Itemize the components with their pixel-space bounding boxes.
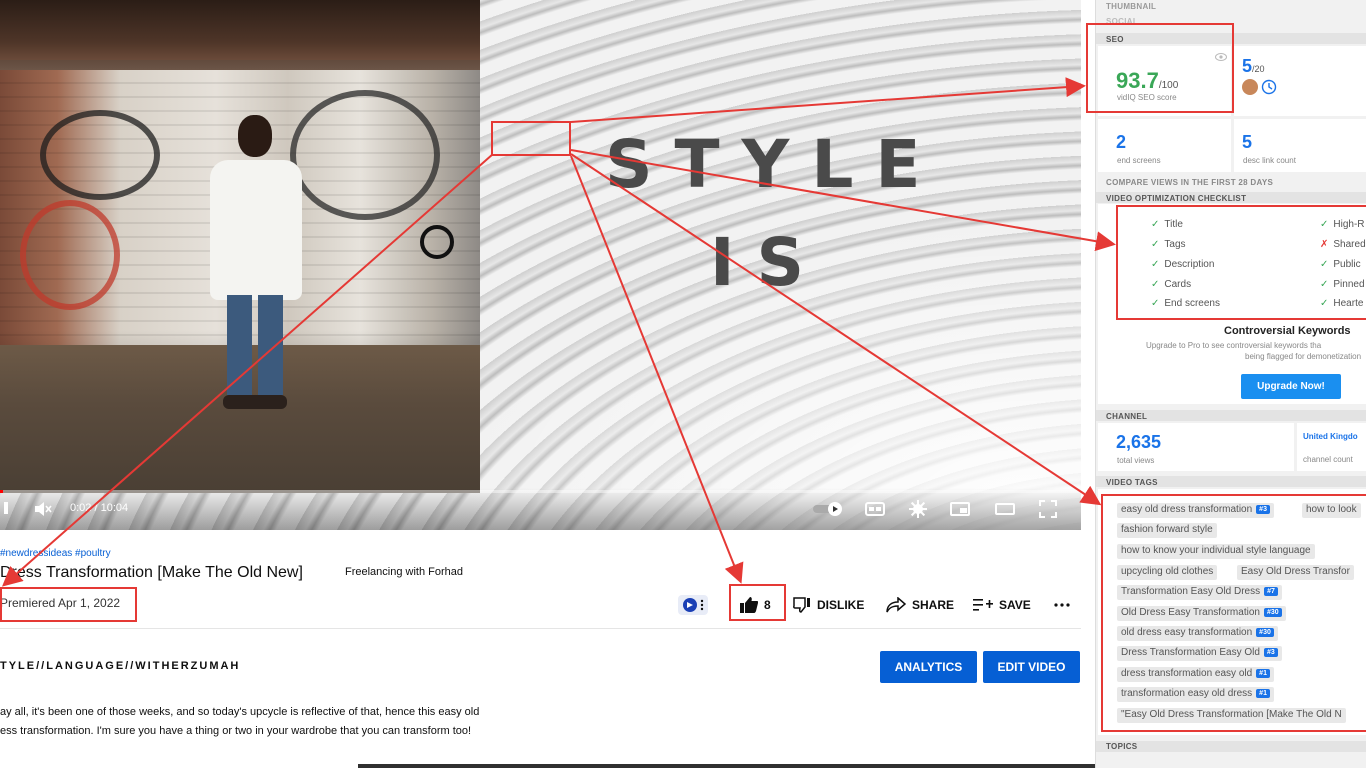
play-icon bbox=[4, 502, 8, 514]
video-description: ay all, it's been one of those weeks, an… bbox=[0, 703, 560, 741]
desc-links-value: 5 bbox=[1242, 132, 1253, 152]
time-display: 0:02 / 10:04 bbox=[70, 502, 129, 514]
graffiti-heart bbox=[40, 110, 160, 200]
end-screens-card[interactable]: 2 end screens bbox=[1098, 119, 1231, 172]
controversial-title: Controversial Keywords bbox=[1224, 325, 1351, 337]
vidiq-extension-button[interactable] bbox=[678, 590, 714, 620]
secondary-score-max: /20 bbox=[1252, 64, 1265, 74]
overlay-text-is: IS bbox=[710, 224, 827, 301]
video-title: Dress Transformation [Make The Old New] bbox=[0, 564, 303, 581]
avatar bbox=[1242, 79, 1258, 95]
description-line: ay all, it's been one of those weeks, an… bbox=[0, 706, 480, 718]
time-total: 10:04 bbox=[100, 502, 129, 514]
scene-roof bbox=[0, 0, 480, 60]
mute-button[interactable] bbox=[32, 499, 54, 519]
thumbnail-section-label[interactable]: THUMBNAIL bbox=[1106, 2, 1156, 11]
captions-icon bbox=[865, 502, 885, 516]
total-views-card[interactable]: 2,635 total views bbox=[1098, 423, 1294, 471]
highlight-seo-score bbox=[1086, 23, 1234, 113]
gear-icon bbox=[909, 500, 927, 518]
total-views-caption: total views bbox=[1117, 456, 1155, 465]
share-icon bbox=[886, 597, 906, 613]
miniplayer-button[interactable] bbox=[948, 499, 972, 519]
refresh-icon bbox=[1261, 79, 1277, 95]
playlist-add-icon bbox=[973, 599, 993, 611]
save-button[interactable]: SAVE bbox=[973, 590, 1031, 620]
captions-button[interactable] bbox=[862, 500, 888, 518]
volume-muted-icon bbox=[35, 502, 52, 516]
controversial-description: Upgrade to Pro to see controversial keyw… bbox=[1146, 341, 1322, 350]
total-views-value: 2,635 bbox=[1116, 432, 1162, 452]
save-label: SAVE bbox=[999, 598, 1031, 612]
end-screens-caption: end screens bbox=[1117, 156, 1161, 165]
thumbs-down-icon bbox=[793, 597, 810, 613]
secondary-score-number: 5 bbox=[1242, 56, 1253, 76]
time-current: 0:02 bbox=[70, 502, 92, 514]
description-header: TYLE//LANGUAGE//WITHERZUMAH bbox=[0, 660, 241, 672]
peace-symbol bbox=[420, 225, 454, 259]
description-line: ess transformation. I'm sure you have a … bbox=[0, 725, 472, 737]
desc-links-card[interactable]: 5 desc link count bbox=[1234, 119, 1366, 172]
highlight-like-button bbox=[729, 584, 786, 621]
channel-name[interactable]: Freelancing with Forhad bbox=[345, 566, 463, 578]
person-head bbox=[238, 115, 272, 157]
more-horizontal-icon bbox=[1054, 603, 1070, 607]
video-player[interactable]: STYLE IS 0:02 / 10:04 bbox=[0, 0, 1081, 530]
share-button[interactable]: SHARE bbox=[886, 590, 954, 620]
tags-section-label: VIDEO TAGS bbox=[1106, 478, 1158, 487]
autoplay-toggle-icon bbox=[813, 502, 842, 516]
theater-mode-icon bbox=[995, 503, 1015, 515]
edit-video-button[interactable]: EDIT VIDEO bbox=[983, 651, 1080, 683]
analytics-button[interactable]: ANALYTICS bbox=[880, 651, 977, 683]
country-value: United Kingdo bbox=[1303, 432, 1358, 441]
person-white-top bbox=[210, 160, 302, 300]
dislike-button[interactable]: DISLIKE bbox=[793, 590, 864, 620]
miniplayer-icon bbox=[950, 502, 970, 516]
taskbar-edge bbox=[358, 764, 1095, 768]
autoplay-toggle[interactable] bbox=[812, 500, 844, 518]
person-figure bbox=[205, 115, 305, 425]
country-caption: channel count bbox=[1303, 455, 1353, 464]
fullscreen-button[interactable] bbox=[1036, 498, 1060, 520]
person-shoes bbox=[223, 395, 287, 409]
secondary-score-value: 5/20 bbox=[1242, 56, 1265, 77]
dislike-label: DISLIKE bbox=[817, 598, 865, 612]
highlight-source-box bbox=[491, 121, 571, 156]
more-actions-button[interactable] bbox=[1054, 590, 1076, 620]
graffiti-swirl bbox=[20, 200, 120, 310]
desc-links-caption: desc link count bbox=[1243, 156, 1296, 165]
channel-section-label: CHANNEL bbox=[1106, 412, 1148, 421]
progress-bar[interactable] bbox=[0, 490, 1081, 493]
progress-fill bbox=[0, 490, 4, 493]
share-label: SHARE bbox=[912, 598, 955, 612]
highlight-checklist bbox=[1116, 205, 1366, 320]
highlight-video-tags bbox=[1101, 494, 1366, 732]
highlight-premiered-date bbox=[0, 587, 137, 622]
graffiti-letters bbox=[290, 90, 440, 220]
video-frame-scene bbox=[0, 0, 480, 493]
settings-button[interactable] bbox=[906, 498, 930, 520]
checklist-section-label: VIDEO OPTIMIZATION CHECKLIST bbox=[1106, 194, 1247, 203]
upgrade-now-button[interactable]: Upgrade Now! bbox=[1241, 374, 1341, 399]
compare-views-label[interactable]: COMPARE VIEWS IN THE FIRST 28 DAYS bbox=[1106, 178, 1273, 187]
play-button[interactable] bbox=[0, 498, 10, 518]
vidiq-icon bbox=[678, 595, 708, 615]
divider bbox=[0, 628, 1081, 629]
video-hashtags[interactable]: #newdressideas #poultry bbox=[0, 548, 111, 559]
end-screens-value: 2 bbox=[1116, 132, 1127, 152]
controversial-description: being flagged for demonetization bbox=[1245, 352, 1362, 361]
person-jeans bbox=[227, 295, 283, 395]
topics-section-label: TOPICS bbox=[1106, 742, 1138, 751]
overlay-text-style: STYLE bbox=[605, 126, 943, 203]
fullscreen-icon bbox=[1039, 500, 1057, 518]
theater-mode-button[interactable] bbox=[993, 499, 1017, 519]
secondary-score-card[interactable]: 5/20 bbox=[1234, 46, 1366, 116]
country-card[interactable]: United Kingdo channel count bbox=[1297, 423, 1366, 471]
